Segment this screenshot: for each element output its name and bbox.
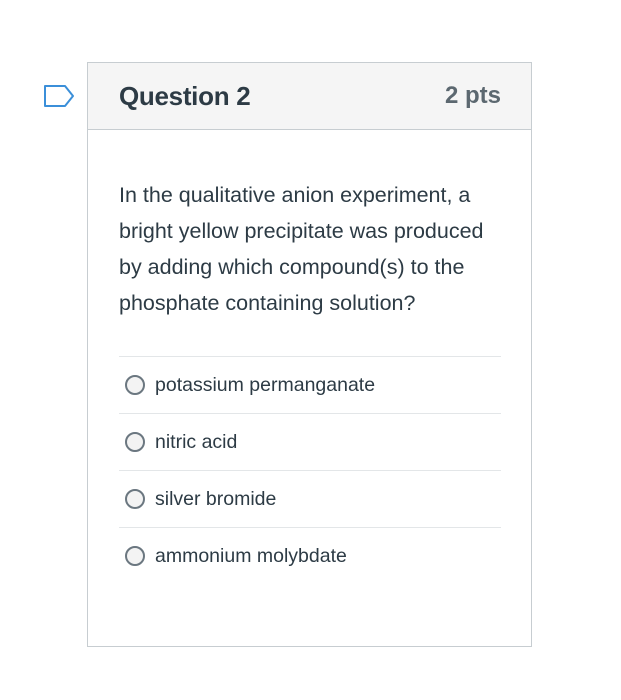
- answer-option[interactable]: nitric acid: [119, 414, 501, 471]
- answer-option[interactable]: silver bromide: [119, 471, 501, 528]
- answer-label: ammonium molybdate: [155, 544, 347, 567]
- question-points: 2 pts: [444, 82, 501, 109]
- radio-button[interactable]: [125, 489, 145, 509]
- radio-button[interactable]: [125, 375, 145, 395]
- answer-label: silver bromide: [155, 487, 277, 510]
- answer-option[interactable]: ammonium molybdate: [119, 528, 501, 584]
- flag-outline-icon: [44, 85, 74, 107]
- flag-question-button[interactable]: [43, 84, 75, 108]
- answer-label: potassium permanganate: [155, 373, 376, 396]
- question-body: In the qualitative anion experiment, a b…: [88, 130, 531, 584]
- radio-button[interactable]: [125, 432, 145, 452]
- question-title: Question 2: [119, 80, 251, 111]
- question-card: Question 2 2 pts In the qualitative anio…: [87, 62, 532, 647]
- radio-button[interactable]: [125, 546, 145, 566]
- question-header: Question 2 2 pts: [88, 63, 531, 130]
- answer-list: potassium permanganate nitric acid silve…: [119, 356, 501, 584]
- question-text: In the qualitative anion experiment, a b…: [119, 183, 484, 315]
- answer-label: nitric acid: [155, 430, 238, 453]
- answer-option[interactable]: potassium permanganate: [119, 357, 501, 414]
- quiz-page: Question 2 2 pts In the qualitative anio…: [0, 0, 621, 700]
